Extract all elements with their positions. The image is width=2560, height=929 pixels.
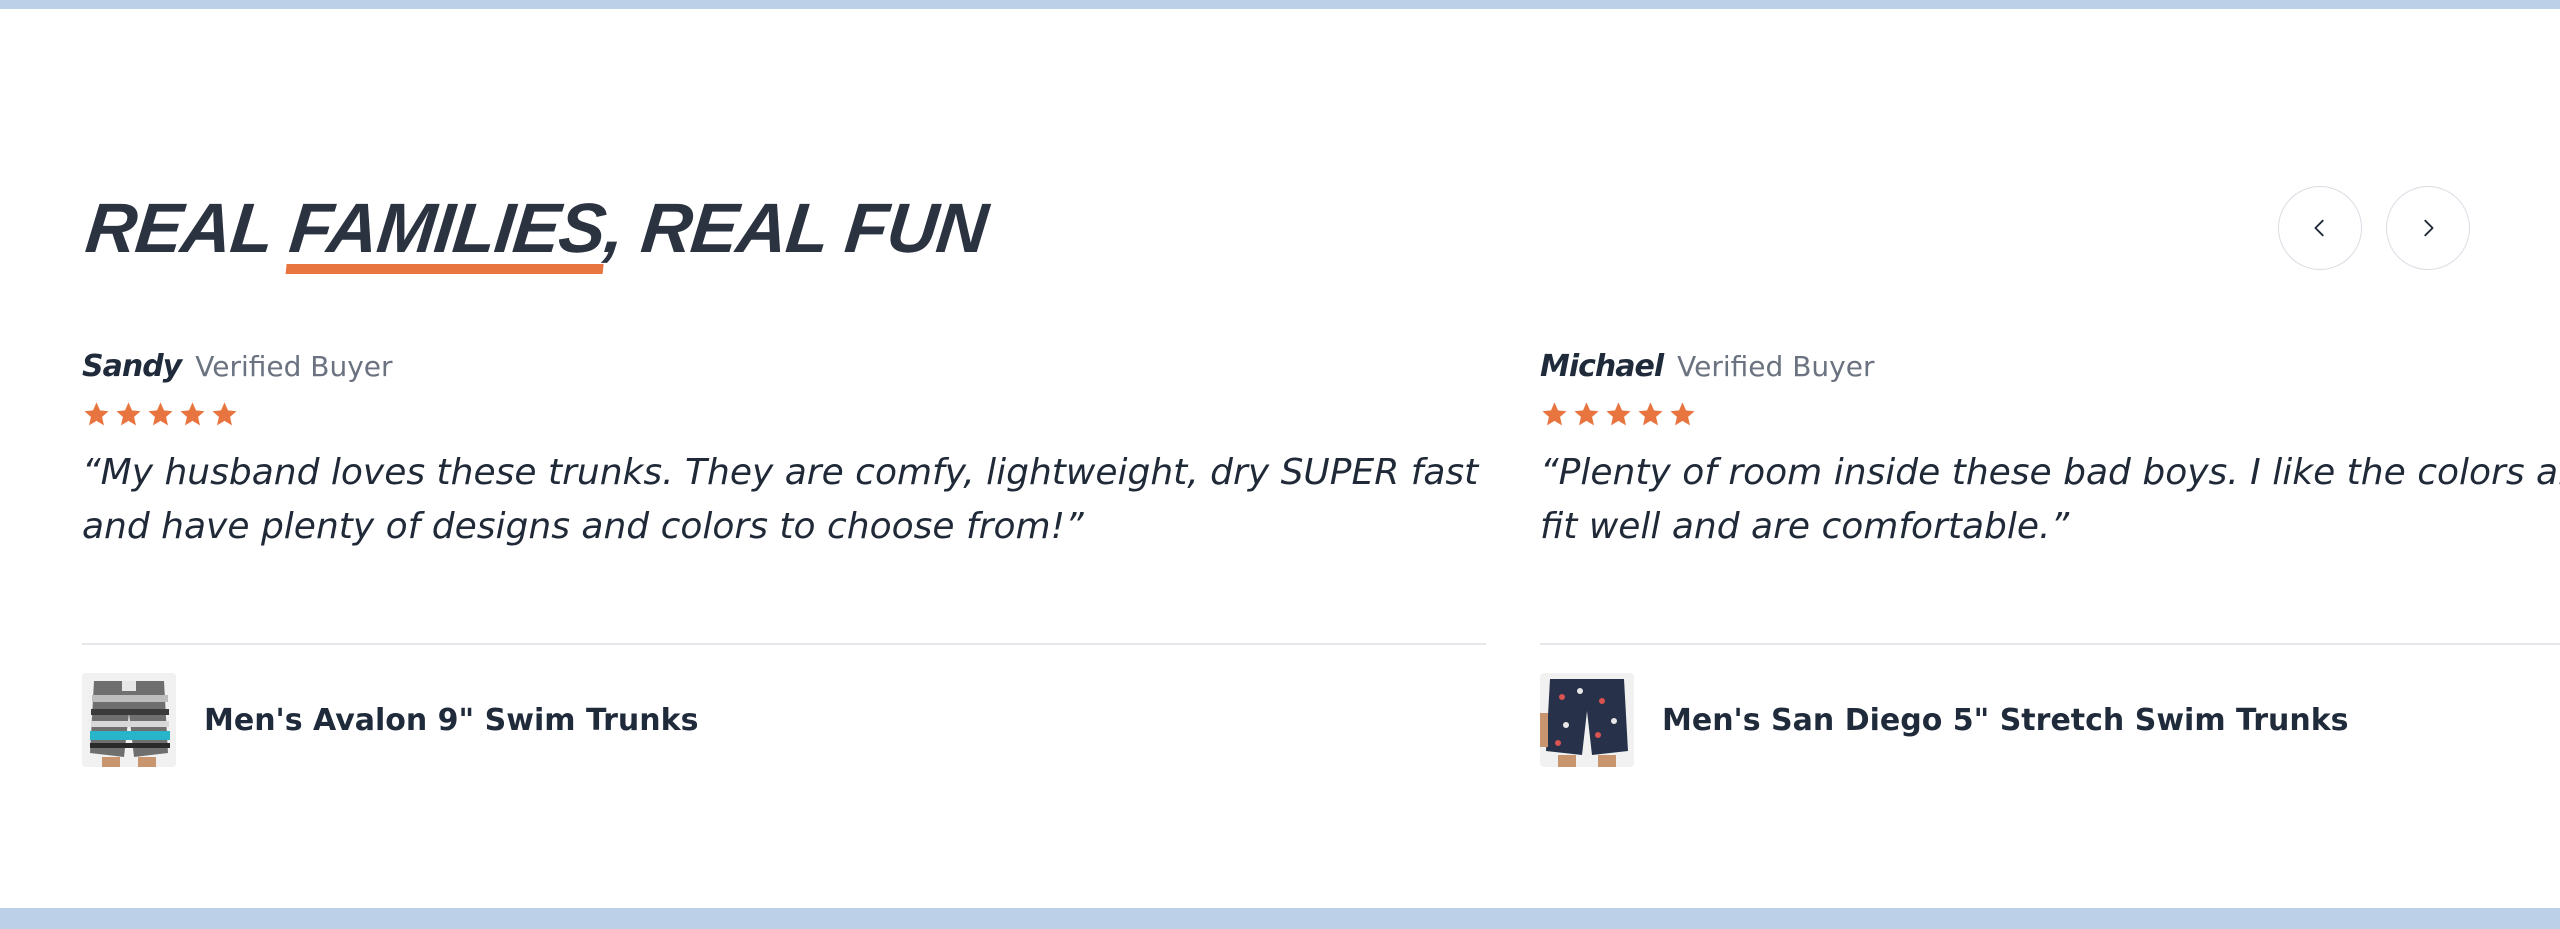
carousel-prev-button[interactable]: [2278, 186, 2362, 270]
chevron-left-icon: [2314, 219, 2324, 237]
review-card: Michael Verified Buyer “Plenty of room i…: [1540, 340, 2560, 767]
review-divider: [1540, 643, 2560, 645]
star-icon: [212, 402, 237, 426]
review-divider: [82, 643, 1486, 645]
reviews-carousel: Sandy Verified Buyer “My husband loves t…: [0, 340, 2560, 780]
product-thumbnail: [82, 673, 176, 767]
product-image: [82, 673, 176, 767]
verified-badge: Verified Buyer: [195, 349, 393, 383]
reviewer-name: Michael: [1540, 348, 1664, 384]
review-quote: “Plenty of room inside these bad boys. I…: [1540, 446, 2560, 554]
verified-badge: Verified Buyer: [1677, 349, 1875, 383]
star-icon: [1606, 402, 1631, 426]
reviewer-name: Sandy: [82, 348, 182, 384]
title-part-2: , REAL FUN: [600, 189, 991, 267]
review-quote-line-1: “Plenty of room inside these bad boys. I…: [1540, 452, 2560, 493]
star-icon: [1670, 402, 1695, 426]
reviewed-product-link[interactable]: Men's San Diego 5" Stretch Swim Trunks: [1540, 672, 2349, 768]
star-icon: [148, 402, 173, 426]
carousel-next-button[interactable]: [2386, 186, 2470, 270]
review-quote: “My husband loves these trunks. They are…: [82, 446, 1486, 554]
star-icon: [180, 402, 205, 426]
product-name: Men's San Diego 5" Stretch Swim Trunks: [1662, 702, 2349, 738]
review-header: Sandy Verified Buyer: [82, 340, 1486, 392]
product-image: [1540, 673, 1634, 767]
star-rating: [82, 400, 1486, 436]
review-card: Sandy Verified Buyer “My husband loves t…: [82, 340, 1486, 767]
bottom-band: [0, 908, 2560, 929]
star-icon: [116, 402, 141, 426]
product-thumbnail: [1540, 673, 1634, 767]
review-quote-line-2: and have plenty of designs and colors to…: [82, 506, 1084, 547]
chevron-right-icon: [2424, 219, 2434, 237]
star-icon: [1574, 402, 1599, 426]
title-part-1: REAL: [82, 189, 295, 267]
review-quote-line-2: fit well and are comfortable.”: [1540, 506, 2070, 547]
review-header: Michael Verified Buyer: [1540, 340, 2560, 392]
star-icon: [84, 402, 109, 426]
star-rating: [1540, 400, 2560, 436]
star-icon: [1638, 402, 1663, 426]
top-band: [0, 0, 2560, 9]
product-name: Men's Avalon 9" Swim Trunks: [204, 702, 699, 738]
review-quote-line-1: “My husband loves these trunks. They are…: [82, 452, 1479, 493]
reviewed-product-link[interactable]: Men's Avalon 9" Swim Trunks: [82, 672, 698, 768]
star-icon: [1542, 402, 1567, 426]
title-highlight: FAMILIES: [286, 186, 610, 270]
section-title: REAL FAMILIES, REAL FUN: [82, 186, 991, 270]
